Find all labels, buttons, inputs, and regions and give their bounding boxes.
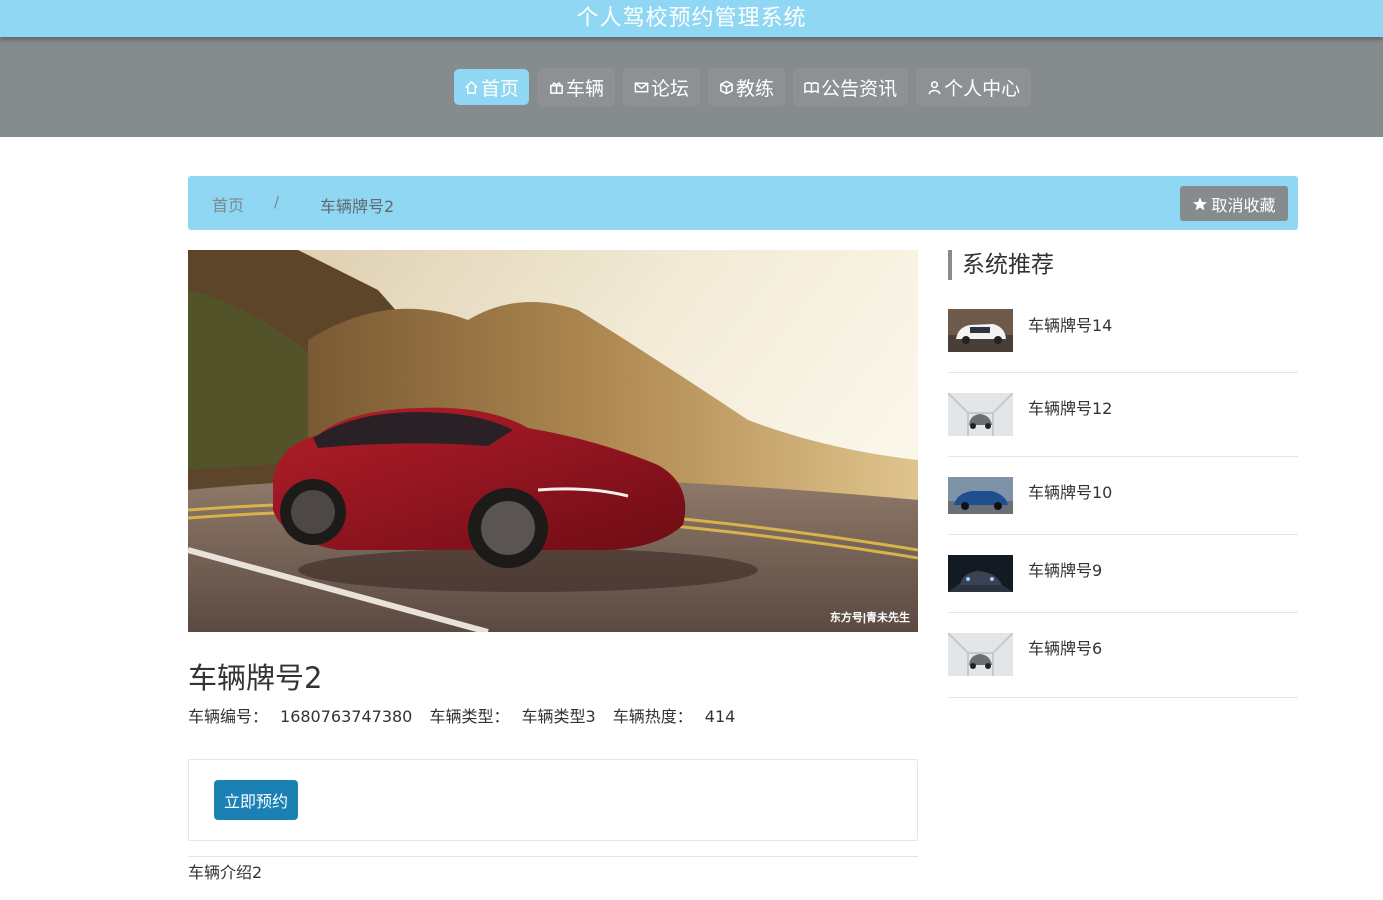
nav-label: 车辆 [566,77,605,100]
recommend-item[interactable]: 车辆牌号6 [948,613,1298,698]
vehicle-heat-value: 414 [704,707,736,726]
breadcrumb-separator: / [274,193,280,211]
unfavorite-label: 取消收藏 [1211,195,1276,215]
breadcrumb-home-link[interactable]: 首页 [212,192,244,216]
recommend-thumbnail [948,633,1013,676]
nav-label: 论坛 [651,77,690,100]
recommend-thumbnail [948,477,1013,514]
book-icon [804,81,819,93]
vehicle-code-label: 车辆编号： [188,707,269,726]
book-now-button[interactable]: 立即预约 [214,780,298,820]
recommend-name: 车辆牌号10 [1028,483,1113,502]
photo-watermark: 东方号|青未先生 [830,610,910,624]
vehicle-intro: 车辆介绍2 [188,863,263,882]
recommend-item[interactable]: 车辆牌号12 [948,373,1298,457]
vehicle-code-value: 1680763747380 [280,707,413,726]
recommend-title: 系统推荐 [948,250,1054,280]
vehicle-type-label: 车辆类型： [429,707,510,726]
breadcrumb: 首页 / 车辆牌号2 取消收藏 [188,176,1298,230]
nav-item-home[interactable]: 首页 [454,69,530,105]
app-title: 个人驾校预约管理系统 [0,0,1383,37]
booking-panel: 立即预约 [188,759,918,841]
vehicle-type-value: 车辆类型3 [521,707,596,726]
nav-label: 个人中心 [944,77,1021,100]
recommend-thumbnail [948,393,1013,436]
recommend-name: 车辆牌号6 [1028,639,1103,658]
recommend-thumbnail [948,555,1013,592]
nav-item-coach[interactable]: 教练 [709,69,785,105]
recommend-item[interactable]: 车辆牌号14 [948,308,1298,373]
user-icon [928,80,941,94]
gift-icon [550,81,563,94]
mail-icon [634,82,649,92]
unfavorite-button[interactable]: 取消收藏 [1180,186,1288,221]
nav-item-vehicles[interactable]: 车辆 [539,69,615,105]
nav-item-forum[interactable]: 论坛 [624,69,700,105]
recommend-name: 车辆牌号12 [1028,399,1113,418]
vehicle-heat-label: 车辆热度： [612,707,693,726]
main-nav: 首页 车辆 论坛 教练 公告资讯 个人中心 [454,69,1031,105]
nav-item-profile[interactable]: 个人中心 [917,69,1031,105]
nav-label: 教练 [736,77,775,100]
recommend-item[interactable]: 车辆牌号9 [948,535,1298,613]
breadcrumb-current: 车辆牌号2 [320,197,395,216]
vehicle-title: 车辆牌号2 [188,661,323,695]
home-icon [465,80,478,94]
recommend-name: 车辆牌号9 [1028,561,1103,580]
star-icon [1193,196,1208,210]
nav-label: 公告资讯 [821,77,898,100]
cube-icon [720,80,733,94]
recommend-thumbnail [948,309,1013,352]
nav-label: 首页 [481,77,520,100]
recommend-item[interactable]: 车辆牌号10 [948,457,1298,535]
nav-bar: 首页 车辆 论坛 教练 公告资讯 个人中心 [0,37,1383,137]
recommend-name: 车辆牌号14 [1028,316,1113,335]
nav-item-news[interactable]: 公告资讯 [794,69,908,105]
vehicle-meta: 车辆编号： 1680763747380 车辆类型： 车辆类型3 车辆热度： 414 [188,703,747,727]
vehicle-photo: 东方号|青未先生 [188,250,918,632]
intro-divider [188,856,918,857]
